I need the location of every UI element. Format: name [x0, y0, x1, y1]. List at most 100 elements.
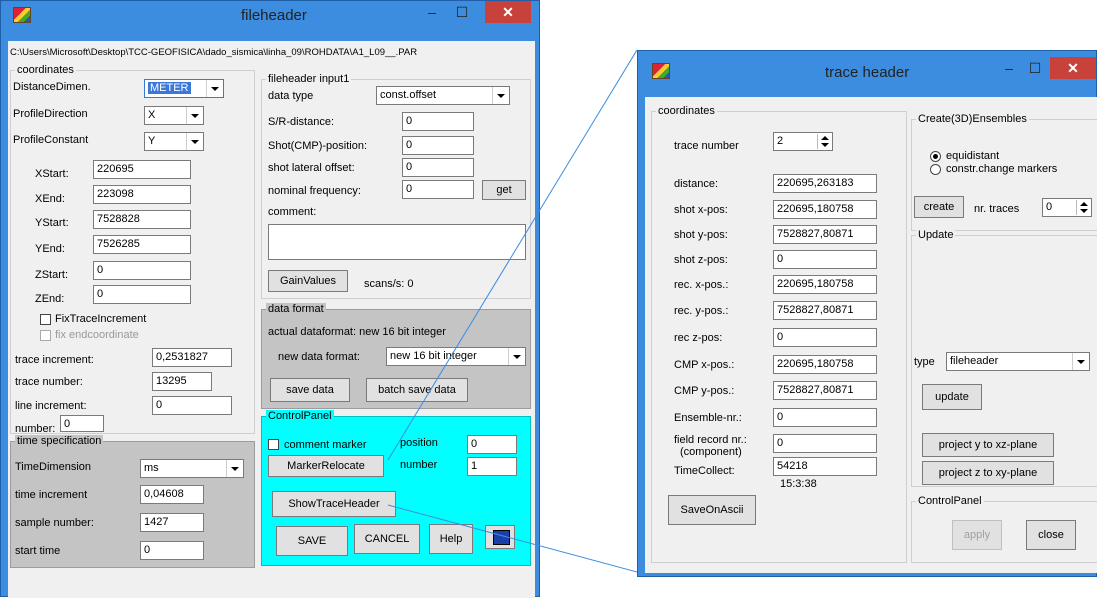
trace-control-panel-title: ControlPanel [916, 495, 984, 507]
get-button[interactable]: get [482, 180, 526, 200]
cmp-y-field[interactable]: 7528827,80871 [773, 381, 877, 400]
distance-field[interactable]: 220695,263183 [773, 174, 877, 193]
equidistant-radio[interactable] [930, 151, 941, 162]
trace-header-titlebar[interactable]: trace header – ☐ ✕ [638, 51, 1096, 91]
help-button[interactable]: Help [429, 524, 473, 554]
fileheader-window: fileheader – ☐ ✕ C:\Users\Microsoft\Desk… [0, 0, 540, 598]
gain-values-button[interactable]: GainValues [268, 270, 348, 292]
close-button[interactable]: ✕ [1050, 57, 1096, 79]
save-data-button[interactable]: save data [270, 378, 350, 402]
scans-label: scans/s: 0 [364, 278, 414, 290]
sample-number-field[interactable]: 1427 [140, 513, 204, 532]
number-field[interactable]: 0 [60, 415, 104, 432]
maximize-button[interactable]: ☐ [1024, 57, 1046, 79]
xend-label: XEnd: [35, 193, 65, 205]
save-on-ascii-button[interactable]: SaveOnAscii [668, 495, 756, 525]
nominal-freq-field[interactable]: 0 [402, 180, 474, 199]
chevron-down-icon [206, 80, 223, 97]
trace-increment-field[interactable]: 0,2531827 [152, 348, 232, 367]
cancel-button[interactable]: CANCEL [354, 524, 420, 554]
new-format-label: new data format: [278, 351, 360, 363]
minimize-button[interactable]: – [421, 1, 443, 23]
control-panel-title: ControlPanel [266, 410, 334, 422]
xstart-field[interactable]: 220695 [93, 160, 191, 179]
new-format-select[interactable]: new 16 bit integer [386, 347, 526, 366]
chevron-down-icon [508, 348, 525, 365]
trace-number-stepper[interactable]: 2 [773, 132, 833, 151]
number-field[interactable]: 1 [467, 457, 517, 476]
trace-increment-label: trace increment: [15, 354, 94, 366]
shot-lateral-label: shot lateral offset: [268, 162, 355, 174]
actual-format-label: actual dataformat: new 16 bit integer [268, 326, 446, 338]
sr-distance-field[interactable]: 0 [402, 112, 474, 131]
apply-button[interactable]: apply [952, 520, 1002, 550]
close-window-button[interactable]: close [1026, 520, 1076, 550]
field-record-label: field record nr.: [674, 434, 747, 446]
cmp-x-field[interactable]: 220695,180758 [773, 355, 877, 374]
sr-distance-label: S/R-distance: [268, 116, 335, 128]
yend-field[interactable]: 7526285 [93, 235, 191, 254]
comment-label: comment: [268, 206, 317, 218]
rec-y-label: rec. y-pos.: [674, 305, 729, 317]
shot-cmp-field[interactable]: 0 [402, 136, 474, 155]
time-collect-sub: 15:3:38 [780, 478, 817, 490]
ystart-label: YStart: [35, 217, 69, 229]
project-z-button[interactable]: project z to xy-plane [922, 461, 1054, 485]
fix-endcoordinate-checkbox[interactable] [40, 330, 51, 341]
position-field[interactable]: 0 [467, 435, 517, 454]
constr-change-radio[interactable] [930, 164, 941, 175]
project-y-button[interactable]: project y to xz-plane [922, 433, 1054, 457]
trace-number-field[interactable]: 13295 [152, 372, 212, 391]
update-title: Update [916, 229, 956, 241]
show-trace-header-button[interactable]: ShowTraceHeader [272, 491, 396, 517]
create-button[interactable]: create [914, 196, 964, 218]
shot-y-field[interactable]: 7528827,80871 [773, 225, 877, 244]
time-increment-field[interactable]: 0,04608 [140, 485, 204, 504]
app-icon [652, 63, 670, 79]
marker-relocate-button[interactable]: MarkerRelocate [268, 455, 384, 477]
line-increment-field[interactable]: 0 [152, 396, 232, 415]
close-button[interactable]: ✕ [485, 1, 531, 23]
comment-field[interactable] [268, 224, 526, 260]
fileheader-titlebar[interactable]: fileheader – ☐ ✕ [1, 1, 539, 29]
spinner-icon[interactable] [1076, 200, 1090, 215]
profile-constant-select[interactable]: Y [144, 132, 204, 151]
zend-field[interactable]: 0 [93, 285, 191, 304]
trace-coordinates-group: coordinates trace number 2 distance: 220… [651, 105, 907, 563]
comment-marker-checkbox[interactable] [268, 439, 279, 450]
shot-lateral-field[interactable]: 0 [402, 158, 474, 177]
equidistant-label: equidistant [946, 150, 1000, 162]
rec-x-label: rec. x-pos.: [674, 279, 729, 291]
shot-z-field[interactable]: 0 [773, 250, 877, 269]
number-label: number: [15, 423, 56, 435]
ystart-field[interactable]: 7528828 [93, 210, 191, 229]
batch-save-data-button[interactable]: batch save data [366, 378, 468, 402]
number-label: number [400, 459, 438, 471]
ensemble-label: Ensemble-nr.: [674, 412, 742, 424]
profile-direction-value: X [148, 109, 156, 121]
ensemble-field[interactable]: 0 [773, 408, 877, 427]
fix-trace-increment-checkbox[interactable] [40, 314, 51, 325]
nr-traces-stepper[interactable]: 0 [1042, 198, 1092, 217]
field-record-field[interactable]: 0 [773, 434, 877, 453]
rec-y-field[interactable]: 7528827,80871 [773, 301, 877, 320]
shot-x-field[interactable]: 220695,180758 [773, 200, 877, 219]
distance-dimen-select[interactable]: METER [144, 79, 224, 98]
maximize-button[interactable]: ☐ [451, 1, 473, 23]
save-button[interactable]: SAVE [276, 526, 348, 556]
minimize-button[interactable]: – [998, 57, 1020, 79]
distance-dimen-label: DistanceDimen. [13, 81, 91, 93]
profile-direction-select[interactable]: X [144, 106, 204, 125]
xend-field[interactable]: 223098 [93, 185, 191, 204]
type-select[interactable]: fileheader [946, 352, 1090, 371]
zstart-field[interactable]: 0 [93, 261, 191, 280]
time-collect-field[interactable]: 54218 [773, 457, 877, 476]
time-dimension-select[interactable]: ms [140, 459, 244, 478]
rec-x-field[interactable]: 220695,180758 [773, 275, 877, 294]
data-type-select[interactable]: const.offset [376, 86, 510, 105]
update-button[interactable]: update [922, 384, 982, 410]
calculator-icon[interactable] [485, 525, 515, 549]
spinner-icon[interactable] [817, 134, 831, 149]
start-time-field[interactable]: 0 [140, 541, 204, 560]
rec-z-field[interactable]: 0 [773, 328, 877, 347]
